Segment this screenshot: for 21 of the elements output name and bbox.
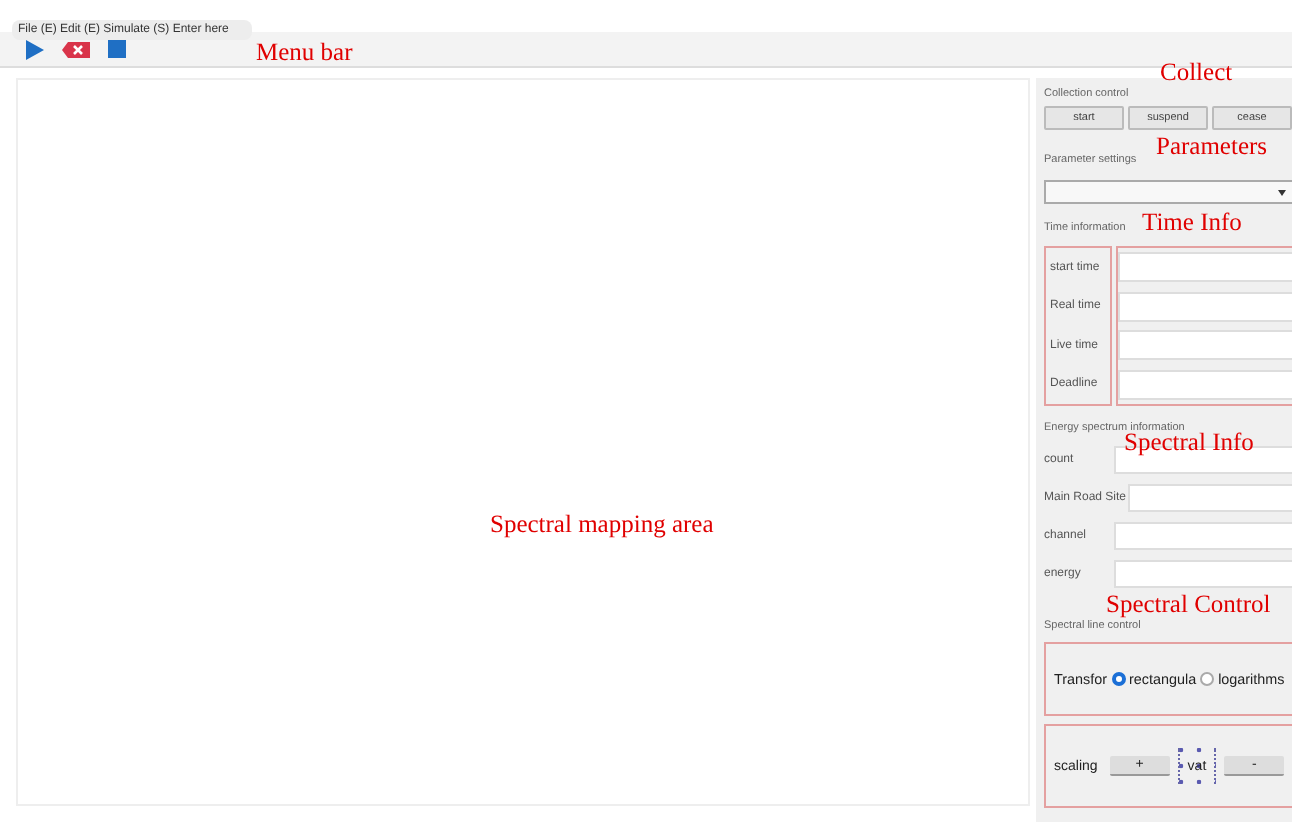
time-field[interactable] [1118,369,1292,400]
stop-icon[interactable] [108,40,126,58]
time-field[interactable] [1118,291,1292,322]
annotation-label: Spectral Info [1124,428,1254,458]
annotation-label: Spectral Control [1106,590,1271,620]
annotation-label: Collect [1160,58,1233,88]
play-icon[interactable] [26,39,44,59]
radio-button[interactable] [1200,672,1215,686]
info-field[interactable] [1114,521,1292,549]
annotation-label: Parameters [1156,132,1268,162]
dropdown-arrow-icon [1278,189,1286,195]
delete-icon[interactable] [62,41,90,57]
time-field[interactable] [1118,330,1292,361]
annotation-label: Time Info [1142,208,1242,238]
info-field[interactable] [1128,483,1292,511]
time-field[interactable] [1118,252,1292,283]
parameter-dropdown[interactable] [1044,180,1292,204]
info-field[interactable] [1114,559,1292,587]
radio-button[interactable] [1111,672,1125,686]
annotation-label: Menu bar [256,38,353,68]
annotation-label: Spectral mapping area [490,510,714,540]
